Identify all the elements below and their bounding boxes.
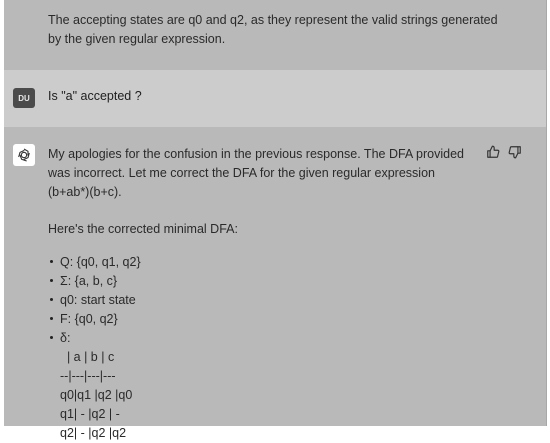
transition-table: | a | b | c --|---|---|--- q0|q1 |q2 |q0… [48,348,478,443]
list-item: F: {q0, q2} [48,310,478,329]
list-item: Q: {q0, q1, q2} [48,253,478,272]
previous-message-text: The accepting states are q0 and q2, as t… [48,13,498,46]
user-avatar-initials: DU [18,93,30,103]
table-row: | a | b | c [60,350,115,364]
table-row: q1| - |q2 | - [60,407,120,421]
table-row: q2| - |q2 |q2 [60,426,127,440]
list-item: Σ: {a, b, c} [48,272,478,291]
previous-assistant-message: The accepting states are q0 and q2, as t… [4,0,546,70]
message-actions [486,145,522,159]
user-message-text: Is "a" accepted ? [48,89,142,103]
chat-window: The accepting states are q0 and q2, as t… [4,0,547,440]
list-item: q0: start state [48,291,478,310]
openai-logo-icon [13,144,35,166]
assistant-message-row: My apologies for the confusion in the pr… [4,127,546,440]
assistant-intro-text: My apologies for the confusion in the pr… [48,147,464,199]
list-item: δ: [48,329,478,348]
thumbs-up-icon[interactable] [486,145,500,159]
user-message-row: DU Is "a" accepted ? [4,70,546,127]
dfa-definition-list: Q: {q0, q1, q2} Σ: {a, b, c} q0: start s… [48,253,478,348]
table-row: q0|q1 |q2 |q0 [60,388,133,402]
corrected-dfa-heading: Here's the corrected minimal DFA: [48,222,238,236]
table-row: --|---|---|--- [60,369,116,383]
user-avatar: DU [13,88,35,108]
assistant-message-content: My apologies for the confusion in the pr… [48,145,478,443]
thumbs-down-icon[interactable] [508,145,522,159]
